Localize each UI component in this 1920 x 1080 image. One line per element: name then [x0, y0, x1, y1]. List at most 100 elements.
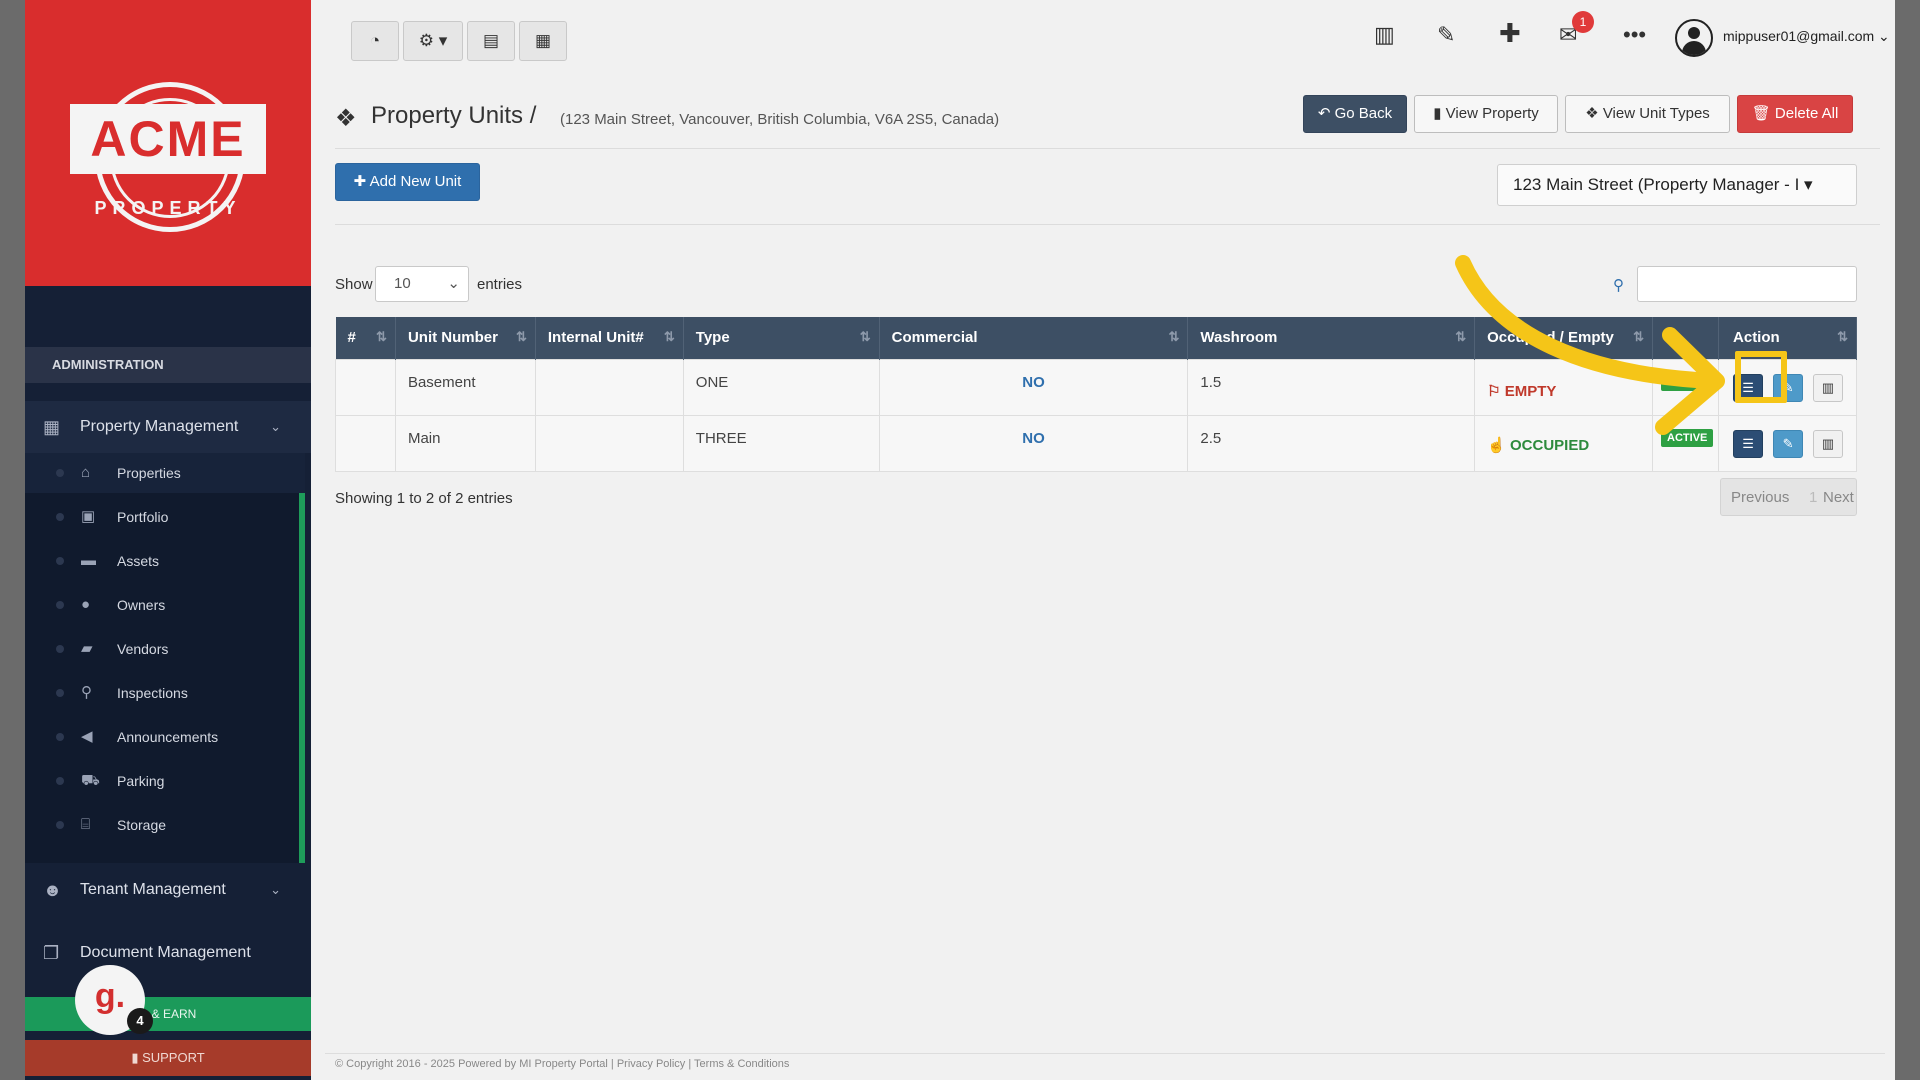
pagination-page[interactable]: 1: [1809, 489, 1817, 506]
column-header[interactable]: Type ⇅: [683, 317, 880, 359]
page-title: Property Units /: [371, 102, 536, 130]
divider: [335, 148, 1880, 149]
cell-type: ONE: [682, 358, 880, 416]
pagination: Previous 1 Next: [1720, 478, 1857, 516]
page-title-text: Property Units: [371, 102, 524, 129]
entries-select[interactable]: 10 ⌄: [375, 266, 469, 302]
go-back-label: Go Back: [1334, 105, 1393, 122]
cell-internal-unit: [534, 414, 684, 472]
sidebar-item-announcements[interactable]: ◀ Announcements: [25, 717, 305, 757]
refer-earn-button[interactable]: R & EARN: [25, 997, 311, 1031]
calculator-button[interactable]: ▦: [519, 21, 567, 61]
thumbs-up-icon: ☝: [1487, 436, 1510, 454]
menu-tenant-management[interactable]: ☻ Tenant Management ⌄: [25, 864, 311, 916]
menu-property-management[interactable]: ▦ Property Management ⌄: [25, 401, 311, 453]
pencil-icon: ✎: [1782, 435, 1794, 451]
view-property-label: View Property: [1445, 105, 1539, 122]
top-bar: ◔ ⚙ ▾ ▤ ▦ ▥ ✎ ✚ ✉ 1 ••• mippuser01@gmail…: [311, 0, 1895, 80]
title-row: ❖ Property Units / (123 Main Street, Van…: [335, 90, 1880, 140]
bullet-dot: [56, 777, 64, 785]
column-header[interactable]: Internal Unit# ⇅: [535, 317, 684, 359]
calculator-icon: ▦: [534, 31, 552, 50]
add-new-unit-label: Add New Unit: [369, 173, 462, 190]
bullet-dot: [56, 821, 64, 829]
cell-washroom: 2.5: [1187, 414, 1476, 472]
more-icon[interactable]: •••: [1623, 22, 1646, 48]
avatar[interactable]: [1675, 19, 1713, 57]
building-icon: ▮: [1433, 105, 1446, 122]
settings-dropdown-button[interactable]: ⚙ ▾: [403, 21, 463, 61]
delete-all-button[interactable]: 🗑 Delete All: [1737, 95, 1853, 133]
sort-icon: ⇅: [859, 329, 871, 344]
entries-value: 10: [394, 275, 411, 292]
megaphone-icon: ◀: [81, 728, 93, 745]
entries-label: entries: [477, 276, 523, 293]
view-unit-types-button[interactable]: ❖ View Unit Types: [1565, 95, 1730, 133]
bullet-dot: [56, 645, 64, 653]
sidebar-item-properties[interactable]: ⌂ Properties: [25, 453, 305, 493]
sort-icon: ⇅: [1837, 329, 1848, 344]
property-address: (123 Main Street, Vancouver, British Col…: [560, 111, 1000, 128]
chevron-down-icon: ⌄: [1878, 28, 1890, 44]
column-header[interactable]: # ⇅: [335, 317, 396, 359]
sidebar-item-owners[interactable]: ● Owners: [25, 585, 305, 625]
unit-stats-button[interactable]: ▥: [1813, 429, 1844, 458]
column-label: #: [347, 329, 356, 347]
wrench-icon[interactable]: ✎: [1437, 22, 1455, 48]
sidebar-item-portfolio[interactable]: ▣ Portfolio: [25, 497, 305, 537]
column-header[interactable]: Unit Number ⇅: [395, 317, 536, 359]
cell-type: THREE: [682, 414, 880, 472]
pagination-previous[interactable]: Previous: [1731, 489, 1789, 506]
cell-commercial: NO: [878, 358, 1189, 416]
plus-icon[interactable]: ✚: [1499, 18, 1521, 49]
bar-chart-icon[interactable]: ▥: [1374, 22, 1395, 48]
sidebar-item-label: Properties: [117, 465, 181, 481]
support-button[interactable]: ▮ SUPPORT: [25, 1040, 311, 1076]
dashboard-button[interactable]: ◔: [351, 21, 399, 61]
calendar-icon: ▤: [482, 31, 500, 50]
sidebar-item-label: Vendors: [117, 641, 169, 657]
sort-icon: ⇅: [515, 329, 527, 344]
assets-icon: ▬: [81, 552, 96, 569]
column-header[interactable]: Washroom ⇅: [1187, 317, 1476, 359]
column-label: Type: [695, 329, 730, 347]
sidebar-item-vendors[interactable]: ▰ Vendors: [25, 629, 305, 669]
user-menu[interactable]: mippuser01@gmail.com ⌄: [1723, 28, 1890, 45]
bullet-dot: [56, 513, 64, 521]
sidebar-item-parking[interactable]: ⛟ Parking: [25, 761, 305, 801]
cell-num: [335, 358, 396, 416]
undo-icon: ↶: [1317, 105, 1335, 122]
column-label: Commercial: [891, 329, 978, 347]
briefcase-icon: ▰: [81, 640, 93, 657]
bullet-dot: [56, 557, 64, 565]
menu-document-management[interactable]: ❐ Document Management: [25, 927, 311, 979]
go-back-button[interactable]: ↶ Go Back: [1303, 95, 1407, 133]
magnifier-icon: ⚲: [81, 684, 92, 701]
cell-commercial: NO: [878, 414, 1189, 472]
logo-text: ACME: [70, 104, 266, 174]
column-header[interactable]: Commercial ⇅: [879, 317, 1189, 359]
bullet-dot: [56, 689, 64, 697]
sidebar-item-inspections[interactable]: ⚲ Inspections: [25, 673, 305, 713]
sidebar-item-storage[interactable]: ⌸ Storage: [25, 805, 305, 845]
mail-count-badge: 1: [1572, 11, 1594, 33]
property-select[interactable]: 123 Main Street (Property Manager - I ▾: [1497, 164, 1857, 206]
bar-chart-icon: ▥: [1821, 379, 1835, 395]
users-icon: ☻: [43, 880, 62, 900]
view-property-button[interactable]: ▮ View Property: [1414, 95, 1558, 133]
unit-stats-button[interactable]: ▥: [1813, 373, 1844, 402]
building-icon: ▦: [43, 417, 61, 437]
sidebar-item-assets[interactable]: ▬ Assets: [25, 541, 305, 581]
pagination-next[interactable]: Next: [1823, 489, 1854, 506]
menu-label: Document Management: [80, 944, 251, 961]
logo-area[interactable]: ACME PROPERTY: [25, 0, 311, 286]
sidebar-item-label: Portfolio: [117, 509, 169, 525]
add-new-unit-button[interactable]: ✚ Add New Unit: [335, 163, 480, 201]
pointer-arrow-icon: [1455, 255, 1725, 435]
car-icon: ⛟: [81, 772, 100, 789]
support-label: SUPPORT: [142, 1050, 205, 1065]
calendar-button[interactable]: ▤: [467, 21, 515, 61]
sidebar-item-label: Storage: [117, 817, 167, 833]
edit-unit-button[interactable]: ✎: [1773, 429, 1804, 458]
cell-num: [335, 414, 396, 472]
